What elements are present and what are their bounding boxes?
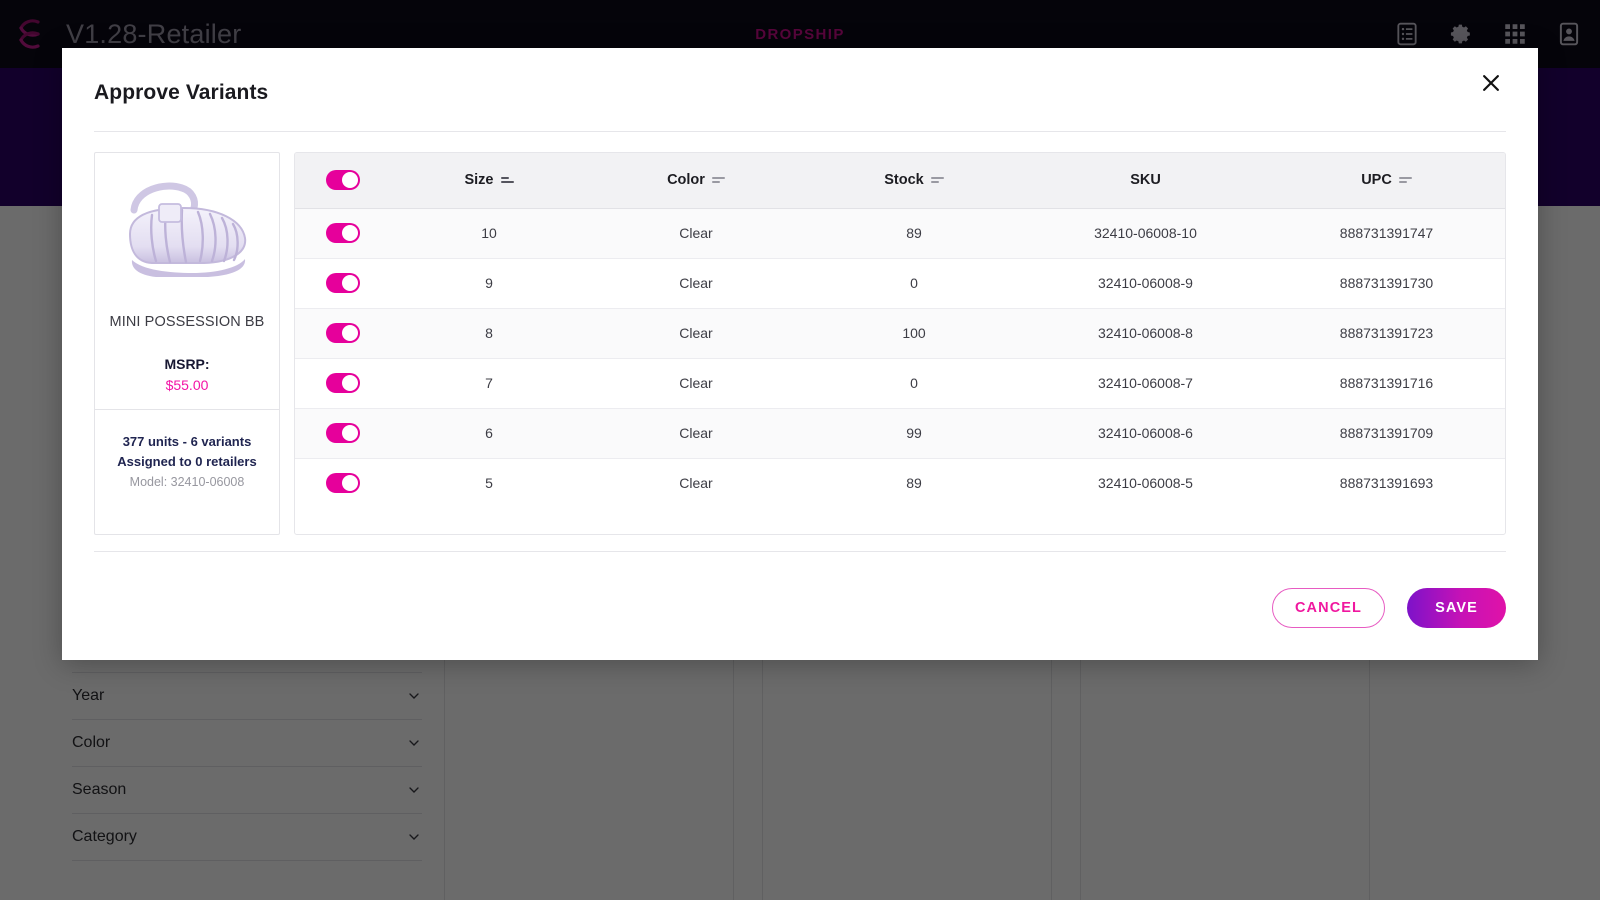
cell-stock: 99 [805, 408, 1023, 459]
cell-upc: 888731391709 [1268, 408, 1505, 459]
variants-table-body: 10 Clear 89 32410-06008-10 888731391747 … [295, 208, 1505, 508]
cell-stock: 100 [805, 308, 1023, 359]
column-label-color: Color [667, 172, 705, 189]
column-header-select-all [295, 153, 391, 209]
cell-sku: 32410-06008-10 [1023, 208, 1268, 259]
cell-sku: 32410-06008-7 [1023, 358, 1268, 409]
sort-ascending-icon[interactable] [930, 175, 944, 186]
cell-stock: 89 [906, 475, 922, 492]
close-icon [1483, 75, 1499, 91]
cell-color: Clear [587, 208, 805, 259]
variants-table-head: Size Color Stock SKU UPC [295, 153, 1505, 209]
sort-ascending-icon[interactable] [1398, 175, 1412, 186]
column-label-upc: UPC [1361, 172, 1392, 189]
cell-size: 9 [391, 258, 587, 309]
modal-title: Approve Variants [94, 81, 269, 104]
column-label-sku: SKU [1130, 172, 1161, 189]
cell-stock: 0 [805, 258, 1023, 309]
cell-upc: 888731391693 [1339, 475, 1434, 492]
row-toggle-cell [295, 408, 391, 459]
table-row: 6 Clear 99 32410-06008-6 888731391709 [295, 408, 1505, 459]
column-header-size[interactable]: Size [391, 153, 587, 209]
row-toggle-cell [295, 308, 391, 359]
row-toggle-cell [295, 458, 391, 508]
cell-size: 7 [391, 358, 587, 409]
msrp-label: MSRP: [164, 356, 210, 372]
row-toggle-cell [295, 208, 391, 259]
product-name: MINI POSSESSION BB [109, 314, 265, 330]
variant-enable-toggle[interactable] [326, 323, 360, 343]
variant-enable-toggle[interactable] [326, 223, 360, 243]
cell-sku: 32410-06008-8 [1023, 308, 1268, 359]
clear-jelly-sandal-image [128, 182, 247, 277]
sort-ascending-icon[interactable] [711, 175, 725, 186]
cell-size: 10 [391, 208, 587, 259]
row-toggle-cell [295, 258, 391, 309]
table-row: 8 Clear 100 32410-06008-8 888731391723 [295, 308, 1505, 359]
column-header-color[interactable]: Color [587, 153, 805, 209]
table-row: 5 Clear 89 32410-06008-5 888731391693 [295, 458, 1505, 508]
variant-enable-toggle[interactable] [326, 473, 360, 494]
cell-color: Clear [587, 408, 805, 459]
cell-upc: 888731391723 [1268, 308, 1505, 359]
cancel-button[interactable]: CANCEL [1272, 588, 1385, 628]
modal-header-divider [94, 131, 1506, 132]
column-header-stock[interactable]: Stock [805, 153, 1023, 209]
modal-footer-divider [94, 551, 1506, 552]
msrp-value: $55.00 [165, 377, 209, 393]
table-header-row: Size Color Stock SKU UPC [295, 153, 1505, 209]
cell-stock: 0 [805, 358, 1023, 409]
units-variants-text: 377 units - 6 variants [122, 434, 252, 449]
save-button[interactable]: SAVE [1407, 588, 1506, 628]
product-image [95, 153, 279, 308]
cell-upc: 888731391747 [1268, 208, 1505, 259]
column-header-sku[interactable]: SKU [1023, 153, 1268, 209]
select-all-toggle[interactable] [326, 170, 360, 191]
modal-footer: CANCEL SAVE [1272, 588, 1506, 628]
close-button[interactable] [1474, 66, 1508, 100]
cell-upc: 888731391716 [1268, 358, 1505, 409]
cell-sku: 32410-06008-5 [1098, 475, 1193, 492]
cell-upc: 888731391730 [1268, 258, 1505, 309]
row-toggle-cell [295, 358, 391, 409]
cell-sku: 32410-06008-6 [1023, 408, 1268, 459]
variant-enable-toggle[interactable] [326, 273, 360, 293]
variant-enable-toggle[interactable] [326, 373, 360, 393]
column-header-upc[interactable]: UPC [1268, 153, 1505, 209]
cell-color: Clear [587, 258, 805, 309]
modal-body: MINI POSSESSION BB MSRP: $55.00 377 unit… [94, 152, 1506, 535]
column-label-stock: Stock [884, 172, 924, 189]
cell-sku: 32410-06008-9 [1023, 258, 1268, 309]
app-root: V1.28-Retailer DROPSHIP [0, 0, 1600, 900]
cell-size: 5 [485, 475, 493, 492]
cell-stock: 89 [805, 208, 1023, 259]
column-label-size: Size [464, 172, 494, 189]
table-row: 10 Clear 89 32410-06008-10 888731391747 [295, 208, 1505, 259]
cell-color: Clear [587, 358, 805, 409]
table-row: 7 Clear 0 32410-06008-7 888731391716 [295, 358, 1505, 409]
sort-descending-icon[interactable] [500, 175, 514, 186]
cell-size: 8 [391, 308, 587, 359]
approve-variants-modal: Approve Variants MINI POSSESSION BB MSRP… [62, 48, 1538, 660]
variant-product-card: MINI POSSESSION BB MSRP: $55.00 377 unit… [94, 152, 280, 535]
cell-color: Clear [587, 308, 805, 359]
variants-table: Size Color Stock SKU UPC 10 Clear 89 324… [295, 153, 1505, 508]
cell-size: 6 [391, 408, 587, 459]
table-row: 9 Clear 0 32410-06008-9 888731391730 [295, 258, 1505, 309]
cell-color: Clear [679, 475, 713, 492]
assigned-retailers-text: Assigned to 0 retailers [117, 454, 257, 469]
product-stats: 377 units - 6 variants Assigned to 0 ret… [95, 409, 279, 534]
product-model-text: Model: 32410-06008 [129, 475, 245, 489]
variant-enable-toggle[interactable] [326, 423, 360, 443]
variants-table-container: Size Color Stock SKU UPC 10 Clear 89 324… [294, 152, 1506, 535]
